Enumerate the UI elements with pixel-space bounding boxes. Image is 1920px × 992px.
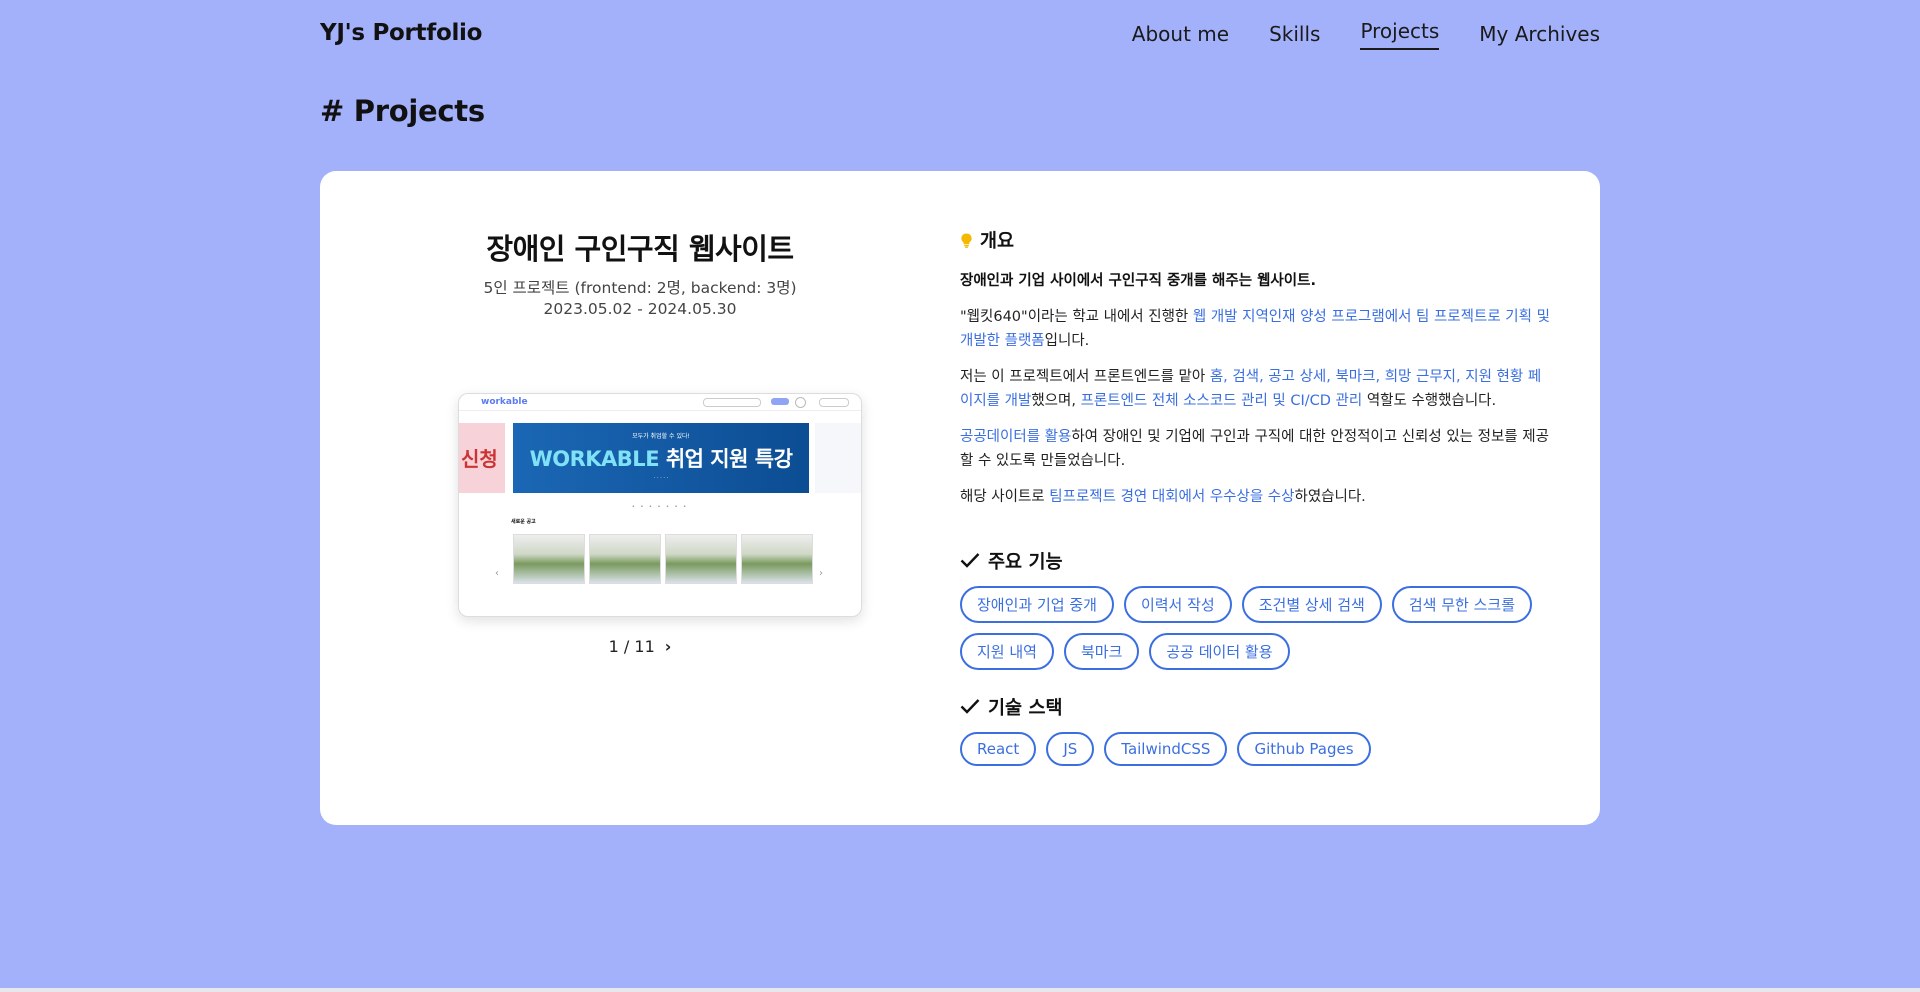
feature-tag: 검색 무한 스크롤 xyxy=(1391,586,1532,623)
project-screenshot: workable 신청 모두가 취업할 수 있다! WORKABLE 취업 지원… xyxy=(458,393,862,617)
bottom-divider xyxy=(0,988,1920,992)
stack-tag: Github Pages xyxy=(1237,732,1371,766)
project-team: 5인 프로젝트 (frontend: 2명, backend: 3명) xyxy=(483,279,797,297)
screenshot-thumb xyxy=(665,534,737,584)
overview-p2-e: 역할도 수행했습니다. xyxy=(1362,393,1497,409)
screenshot-side-text: 신청 xyxy=(461,447,498,471)
screenshot-banner-top: 모두가 취업할 수 있다! xyxy=(632,433,690,440)
stack-tag: React xyxy=(960,732,1037,766)
screenshot-logo: workable xyxy=(481,397,528,407)
nav-my-archives[interactable]: My Archives xyxy=(1479,22,1600,50)
screenshot-banner-title: WORKABLE 취업 지원 특강 xyxy=(513,443,809,473)
stack-tags: React JS TailwindCSS Github Pages xyxy=(960,732,1560,776)
screenshot-next-icon: › xyxy=(819,568,823,579)
screenshot-thumb xyxy=(589,534,661,584)
project-card: 장애인 구인구직 웹사이트 5인 프로젝트 (frontend: 2명, bac… xyxy=(320,171,1600,825)
screenshot-side-banner: 신청 xyxy=(459,423,505,493)
site-logo[interactable]: YJ's Portfolio xyxy=(320,20,482,46)
screenshot-search xyxy=(703,398,761,407)
overview-p2-highlight-2: 프론트엔드 전체 소스코드 관리 및 CI/CD 관리 xyxy=(1080,393,1363,409)
overview-p2-a: 저는 이 프로젝트에서 프론트엔드를 맡아 xyxy=(960,369,1210,385)
feature-tag: 공공 데이터 활용 xyxy=(1149,633,1290,670)
feature-tag: 이력서 작성 xyxy=(1123,586,1232,623)
overview-heading-label: 개요 xyxy=(980,231,1015,252)
chevron-right-icon[interactable]: › xyxy=(665,637,672,656)
overview-p4-highlight: 팀프로젝트 경연 대회에서 우수상을 수상 xyxy=(1049,489,1295,505)
image-pager: 1 / 11 › xyxy=(320,637,960,656)
feature-tag: 지원 내역 xyxy=(960,633,1054,670)
screenshot-navbar: workable xyxy=(459,394,861,411)
overview-p3-highlight: 공공데이터를 활용 xyxy=(960,429,1072,445)
screenshot-banner-text: 취업 지원 특강 xyxy=(665,447,793,471)
screenshot-avatar xyxy=(795,397,806,408)
screenshot-prev-icon: ‹ xyxy=(495,568,499,579)
feature-tag: 장애인과 기업 중개 xyxy=(960,586,1114,623)
screenshot-next-banner xyxy=(815,423,861,493)
features-heading-label: 주요 기능 xyxy=(988,552,1063,573)
overview-paragraph-3: 공공데이터를 활용하여 장애인 및 기업에 구인과 구직에 대한 안정적이고 신… xyxy=(960,425,1550,473)
overview-paragraph-1: "웹킷640"이라는 학교 내에서 진행한 웹 개발 지역인재 양성 프로그램에… xyxy=(960,305,1550,353)
screenshot-section-label: 새로운 공고 xyxy=(511,519,536,525)
features-heading: 주요 기능 xyxy=(960,548,1063,574)
check-icon xyxy=(960,553,980,568)
project-details: 개요 장애인과 기업 사이에서 구인구직 중개를 해주는 웹사이트. "웹킷64… xyxy=(960,171,1560,825)
screenshot-banner: 모두가 취업할 수 있다! WORKABLE 취업 지원 특강 · · · · … xyxy=(513,423,809,493)
project-summary: 장애인 구인구직 웹사이트 5인 프로젝트 (frontend: 2명, bac… xyxy=(320,171,960,825)
screenshot-button xyxy=(771,398,789,405)
nav-skills[interactable]: Skills xyxy=(1269,22,1320,50)
overview-p2-c: 했으며, xyxy=(1031,393,1081,409)
overview-p1-a: "웹킷640"이라는 학교 내에서 진행한 xyxy=(960,309,1193,325)
main-nav: About me Skills Projects My Archives xyxy=(1092,19,1600,50)
feature-tag: 조건별 상세 검색 xyxy=(1241,586,1382,623)
stack-heading-label: 기술 스택 xyxy=(988,698,1063,719)
lightbulb-icon xyxy=(961,233,972,248)
overview-summary: 장애인과 기업 사이에서 구인구직 중개를 해주는 웹사이트. xyxy=(960,273,1316,289)
features-tags: 장애인과 기업 중개 이력서 작성 조건별 상세 검색 검색 무한 스크롤 지원… xyxy=(960,586,1560,680)
screenshot-carousel-dots: • • • • • • • xyxy=(631,504,689,510)
feature-tag: 북마크 xyxy=(1063,633,1140,670)
stack-tag: TailwindCSS xyxy=(1104,732,1228,766)
project-title: 장애인 구인구직 웹사이트 xyxy=(486,232,794,266)
check-icon xyxy=(960,699,980,714)
screenshot-thumb xyxy=(741,534,813,584)
screenshot-menu xyxy=(819,398,849,407)
section-title: # Projects xyxy=(320,94,485,128)
screenshot-banner-footnote: · · · · · xyxy=(653,475,669,481)
stack-tag: JS xyxy=(1046,732,1095,766)
overview-heading: 개요 xyxy=(960,227,1014,253)
stack-heading: 기술 스택 xyxy=(960,694,1063,720)
nav-projects[interactable]: Projects xyxy=(1360,19,1440,50)
nav-about-me[interactable]: About me xyxy=(1132,22,1229,50)
overview-p4-c: 하였습니다. xyxy=(1294,489,1366,505)
site-header: YJ's Portfolio About me Skills Projects … xyxy=(320,0,1600,70)
overview-paragraph-2: 저는 이 프로젝트에서 프론트엔드를 맡아 홈, 검색, 공고 상세, 북마크,… xyxy=(960,365,1550,413)
overview-p1-c: 입니다. xyxy=(1044,333,1090,349)
overview-paragraph-4: 해당 사이트로 팀프로젝트 경연 대회에서 우수상을 수상하였습니다. xyxy=(960,485,1550,509)
screenshot-banner-brand: WORKABLE xyxy=(529,447,660,471)
pager-count: 1 / 11 xyxy=(608,637,655,656)
project-date: 2023.05.02 - 2024.05.30 xyxy=(543,300,737,318)
overview-p4-a: 해당 사이트로 xyxy=(960,489,1050,505)
screenshot-thumb xyxy=(513,534,585,584)
